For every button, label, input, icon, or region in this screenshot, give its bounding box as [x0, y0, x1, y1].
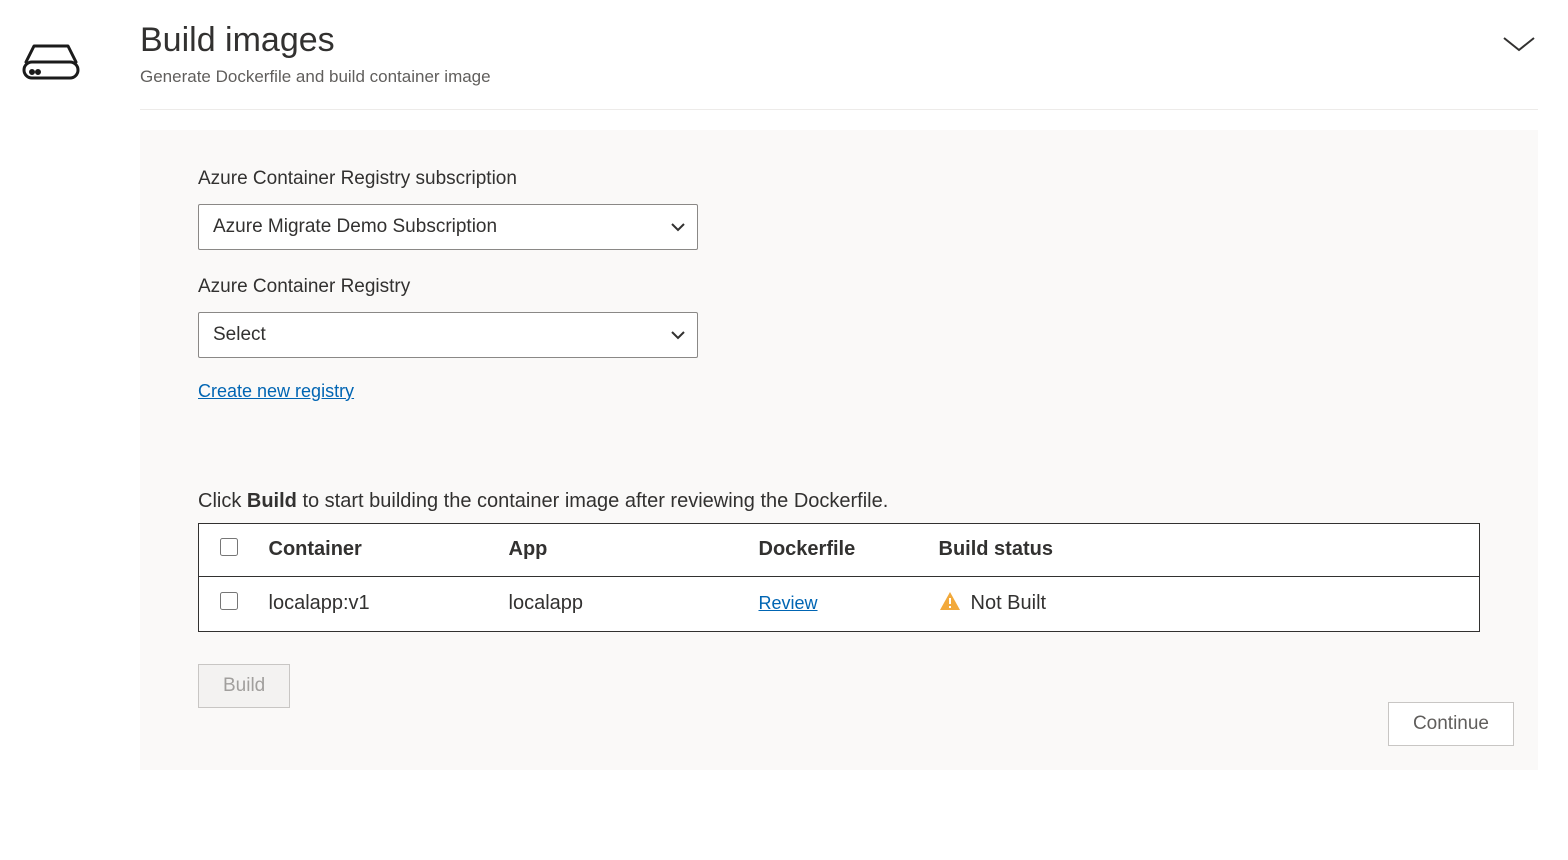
col-header-container: Container: [259, 523, 499, 576]
subscription-value: Azure Migrate Demo Subscription: [213, 216, 497, 238]
status-text: Not Built: [971, 592, 1047, 615]
select-all-checkbox[interactable]: [220, 538, 238, 556]
containers-table: Container App Dockerfile Build status lo…: [198, 523, 1480, 632]
cell-container: localapp:v1: [259, 576, 499, 631]
chevron-down-icon[interactable]: [1500, 20, 1538, 59]
create-registry-link[interactable]: Create new registry: [198, 381, 354, 402]
page-title: Build images: [140, 20, 491, 61]
review-dockerfile-link[interactable]: Review: [759, 593, 818, 614]
build-instruction: Click Build to start building the contai…: [198, 490, 1480, 513]
build-button[interactable]: Build: [198, 664, 290, 708]
build-images-panel: Azure Container Registry subscription Az…: [140, 130, 1538, 770]
col-header-app: App: [499, 523, 749, 576]
registry-select[interactable]: Select: [198, 312, 698, 358]
registry-label: Azure Container Registry: [198, 276, 1480, 298]
col-header-dockerfile: Dockerfile: [749, 523, 929, 576]
row-checkbox[interactable]: [220, 592, 238, 610]
registry-value: Select: [213, 324, 266, 346]
storage-icon: [20, 67, 82, 84]
table-row: localapp:v1 localapp Review: [199, 576, 1480, 631]
col-header-build-status: Build status: [929, 523, 1480, 576]
subscription-label: Azure Container Registry subscription: [198, 168, 1480, 190]
continue-button[interactable]: Continue: [1388, 702, 1514, 746]
page-subtitle: Generate Dockerfile and build container …: [140, 67, 491, 87]
cell-app: localapp: [499, 576, 749, 631]
subscription-select[interactable]: Azure Migrate Demo Subscription: [198, 204, 698, 250]
warning-icon: [939, 591, 961, 617]
